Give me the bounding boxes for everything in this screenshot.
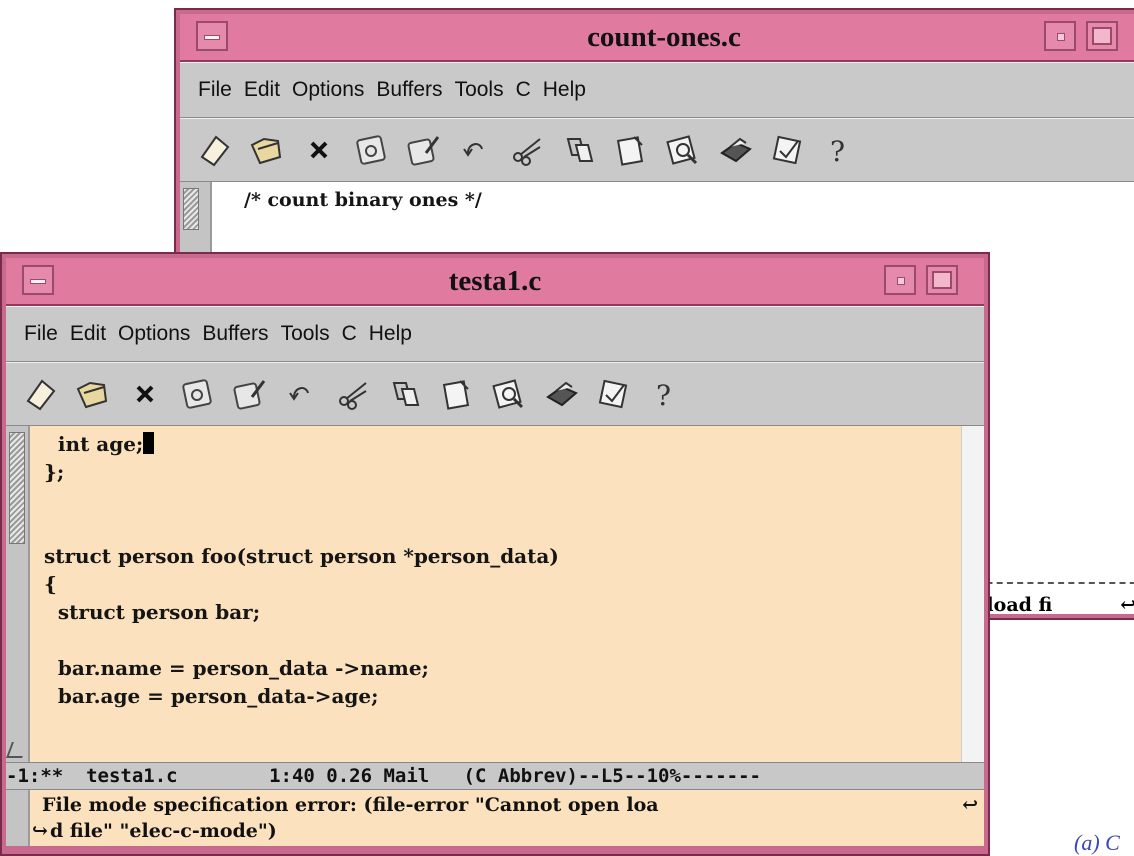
svg-text:?: ? [830, 135, 845, 168]
back-code: /* count binary ones */ [244, 189, 482, 211]
spellcheck-icon[interactable] [768, 131, 806, 169]
print-icon[interactable] [716, 131, 754, 169]
back-toolbar: ? [180, 118, 1134, 183]
new-file-icon[interactable] [196, 131, 234, 169]
minimize-button[interactable] [884, 265, 916, 295]
code-line: }; [44, 460, 65, 484]
help-icon[interactable]: ? [820, 131, 858, 169]
minibuffer[interactable]: File mode specification error: (file-err… [6, 790, 984, 846]
scroll-thumb[interactable] [183, 188, 199, 230]
menu-options[interactable]: Options [112, 307, 196, 361]
back-window-title: count-ones.c [587, 21, 741, 53]
paste-icon[interactable] [438, 375, 476, 413]
minibuffer-line-2: d file" "elec-c-mode") [50, 820, 277, 842]
code-body: int age; }; struct person foo(struct per… [44, 430, 559, 710]
menu-buffers[interactable]: Buffers [196, 307, 274, 361]
code-line: struct person bar; [44, 600, 261, 624]
minimize-button[interactable] [1044, 21, 1076, 51]
code-line: int age; [44, 432, 144, 456]
menu-help[interactable]: Help [537, 63, 592, 117]
code-line: struct person foo(struct person *person_… [44, 544, 559, 568]
copy-icon[interactable] [560, 131, 598, 169]
code-line: { [44, 572, 57, 596]
front-window: testa1.c File Edit Options Buffers Tools C Hel… [0, 252, 990, 856]
back-menubar: File Edit Options Buffers Tools C Help [180, 62, 1134, 119]
maximize-button[interactable] [926, 265, 958, 295]
print-icon[interactable] [542, 375, 580, 413]
continuation-icon: ↩ [962, 794, 978, 816]
front-scrollbar[interactable] [6, 426, 30, 762]
spellcheck-icon[interactable] [594, 375, 632, 413]
right-fringe [961, 426, 984, 762]
menu-file[interactable]: File [18, 307, 64, 361]
front-window-title: testa1.c [448, 265, 542, 297]
svg-text:?: ? [656, 379, 671, 412]
new-file-icon[interactable] [22, 375, 60, 413]
minibuffer-line-1: File mode specification error: (file-err… [42, 794, 659, 816]
menu-tools[interactable]: Tools [275, 307, 336, 361]
save-disk-icon[interactable] [352, 131, 390, 169]
copy-icon[interactable] [386, 375, 424, 413]
menu-file[interactable]: File [192, 63, 238, 117]
menu-buffers[interactable]: Buffers [370, 63, 448, 117]
close-icon[interactable] [300, 131, 338, 169]
undo-icon[interactable] [456, 131, 494, 169]
front-menubar: File Edit Options Buffers Tools C Help [6, 306, 984, 363]
scroll-thumb[interactable] [9, 432, 25, 544]
menu-help[interactable]: Help [363, 307, 418, 361]
search-icon[interactable] [664, 131, 702, 169]
close-icon[interactable] [126, 375, 164, 413]
menu-tools[interactable]: Tools [449, 63, 510, 117]
continuation-icon: ↩ [1120, 594, 1134, 616]
save-as-icon[interactable] [230, 375, 268, 413]
help-icon[interactable]: ? [646, 375, 684, 413]
open-folder-icon[interactable] [248, 131, 286, 169]
code-line: bar.name = person_data ->name; [44, 656, 429, 680]
paste-icon[interactable] [612, 131, 650, 169]
menu-c[interactable]: C [510, 63, 537, 117]
menu-edit[interactable]: Edit [238, 63, 286, 117]
search-icon[interactable] [490, 375, 528, 413]
front-toolbar: ? [6, 362, 984, 427]
save-as-icon[interactable] [404, 131, 442, 169]
menu-options[interactable]: Options [286, 63, 370, 117]
menu-edit[interactable]: Edit [64, 307, 112, 361]
minibuffer-scrollbar[interactable] [6, 790, 30, 846]
continuation-icon: ↪ [32, 820, 48, 842]
text-cursor [143, 432, 155, 454]
back-minibuffer: n load fi ↩ [966, 582, 1134, 616]
menu-c[interactable]: C [336, 307, 363, 361]
undo-icon[interactable] [282, 375, 320, 413]
scroll-down-arrow-icon[interactable] [6, 742, 28, 758]
mode-line: -1:** testa1.c 1:40 0.26 Mail (C Abbrev)… [6, 762, 984, 790]
cut-scissors-icon[interactable] [334, 375, 372, 413]
cut-scissors-icon[interactable] [508, 131, 546, 169]
front-editor[interactable]: int age; }; struct person foo(struct per… [6, 426, 984, 762]
code-line: bar.age = person_data->age; [44, 684, 379, 708]
open-folder-icon[interactable] [74, 375, 112, 413]
back-titlebar[interactable]: count-ones.c [180, 14, 1134, 62]
save-disk-icon[interactable] [178, 375, 216, 413]
maximize-button[interactable] [1086, 21, 1118, 51]
figure-caption-fragment: (a) C [1074, 830, 1120, 855]
front-titlebar[interactable]: testa1.c [6, 258, 984, 306]
